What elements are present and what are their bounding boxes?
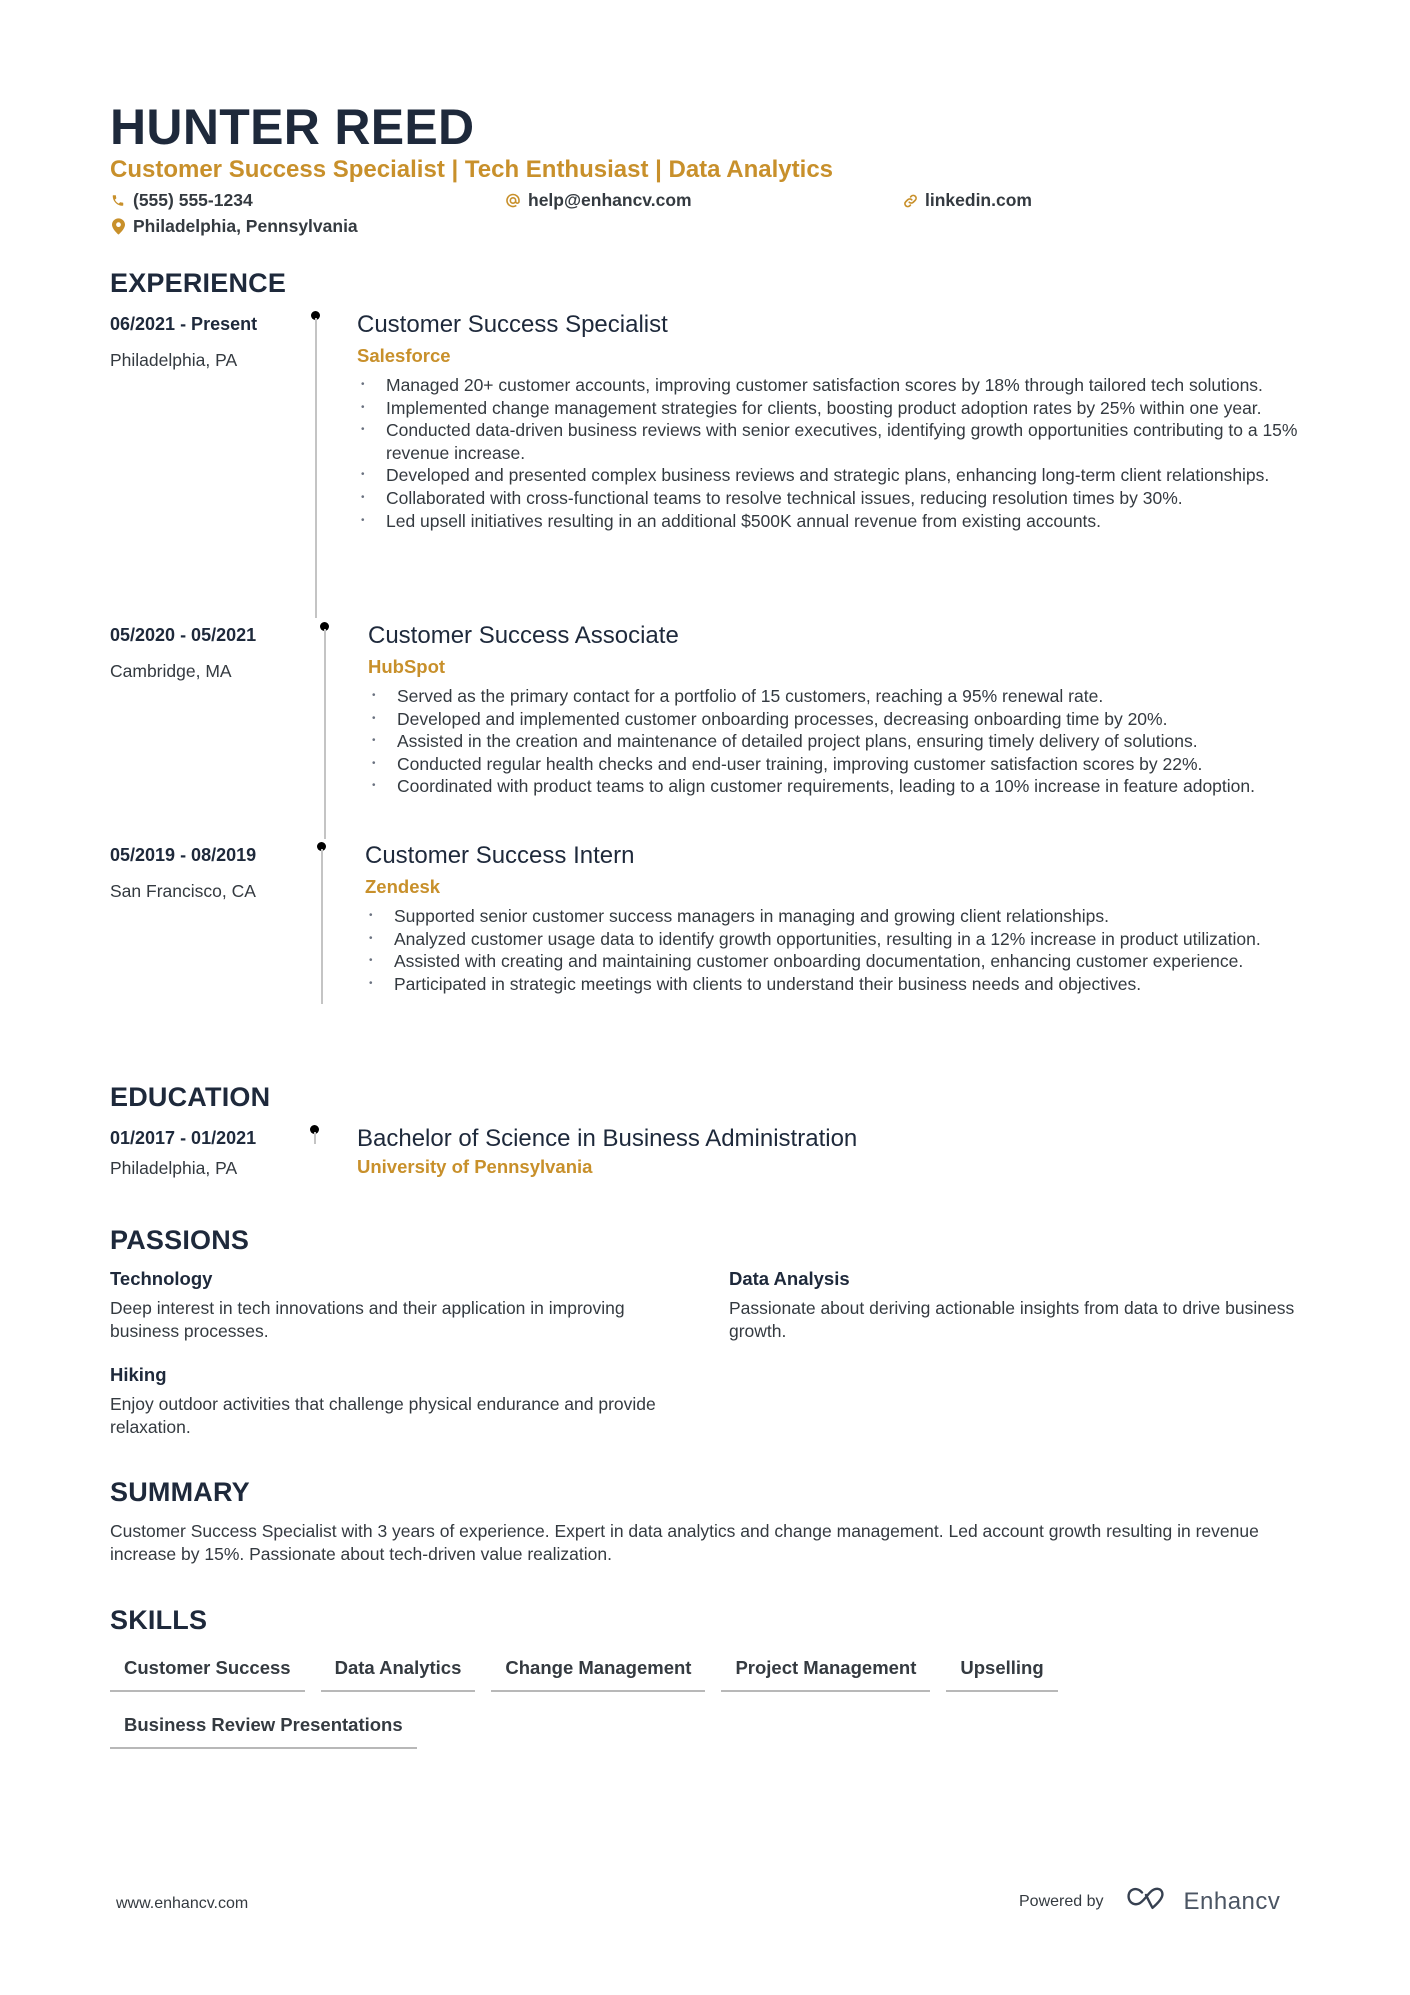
passion-title: Hiking (110, 1364, 167, 1385)
experience-heading: EXPERIENCE (110, 268, 287, 298)
entry-bullets: Supported senior customer success manage… (365, 905, 1305, 995)
summary-text: Customer Success Specialist with 3 years… (110, 1521, 1259, 1564)
bullet-item: Assisted with creating and maintaining c… (365, 950, 1305, 973)
entry-company: Salesforce (357, 345, 451, 366)
timeline-line (324, 629, 326, 839)
passion-title: Data Analysis (729, 1268, 850, 1289)
timeline-line (321, 849, 323, 1004)
passion-item: Technology Deep interest in tech innovat… (110, 1267, 695, 1342)
skill-tag: Customer Success (110, 1655, 305, 1692)
linkedin-value[interactable]: linkedin.com (925, 190, 1032, 211)
phone-icon (110, 192, 126, 210)
bullet-item: Coordinated with product teams to align … (368, 775, 1308, 798)
entry-body: Customer Success Associate HubSpot Serve… (368, 622, 1308, 798)
contact-location: Philadelphia, Pennsylvania (110, 216, 358, 237)
skill-tag: Project Management (721, 1655, 931, 1692)
education-heading: EDUCATION (110, 1082, 271, 1112)
footer-website[interactable]: www.enhancv.com (116, 1895, 248, 1913)
entry-date: 06/2021 - Present (110, 314, 258, 334)
timeline-line (314, 1132, 316, 1144)
entry-company: Zendesk (365, 876, 441, 897)
entry-body: Bachelor of Science in Business Administ… (357, 1125, 1307, 1179)
entry-bullets: Served as the primary contact for a port… (368, 685, 1308, 798)
bullet-item: Analyzed customer usage data to identify… (365, 928, 1305, 951)
bullet-item: Implemented change management strategies… (357, 397, 1307, 420)
passion-title: Technology (110, 1268, 213, 1289)
skills-list: Customer Success Data Analytics Change M… (110, 1655, 1310, 1749)
education-school: University of Pennsylvania (357, 1156, 593, 1177)
bullet-item: Conducted regular health checks and end-… (368, 753, 1308, 776)
passions-heading: PASSIONS (110, 1225, 250, 1255)
entry-body: Customer Success Specialist Salesforce M… (357, 311, 1307, 532)
bullet-item: Developed and presented complex business… (357, 464, 1307, 487)
entry-date: 01/2017 - 01/2021 (110, 1128, 257, 1148)
bullet-item: Managed 20+ customer accounts, improving… (357, 374, 1307, 397)
education-degree: Bachelor of Science in Business Administ… (357, 1125, 858, 1152)
location-pin-icon (110, 218, 126, 236)
bullet-item: Served as the primary contact for a port… (368, 685, 1308, 708)
entry-location: Cambridge, MA (110, 661, 232, 681)
bullet-item: Led upsell initiatives resulting in an a… (357, 510, 1307, 533)
entry-company: HubSpot (368, 656, 446, 677)
candidate-headline: Customer Success Specialist | Tech Enthu… (110, 156, 834, 183)
entry-location: Philadelphia, PA (110, 350, 238, 370)
summary-heading: SUMMARY (110, 1477, 250, 1507)
enhancv-logo-icon (1126, 1886, 1172, 1917)
entry-role: Customer Success Intern (365, 842, 635, 869)
passion-item: Hiking Enjoy outdoor activities that cha… (110, 1363, 695, 1438)
phone-value[interactable]: (555) 555-1234 (133, 190, 253, 211)
powered-by-label: Powered by (1019, 1892, 1104, 1910)
entry-body: Customer Success Intern Zendesk Supporte… (365, 842, 1305, 995)
at-icon (505, 192, 521, 210)
bullet-item: Conducted data-driven business reviews w… (357, 419, 1307, 464)
entry-location: San Francisco, CA (110, 881, 256, 901)
entry-location: Philadelphia, PA (110, 1158, 238, 1178)
bullet-item: Participated in strategic meetings with … (365, 973, 1305, 996)
entry-role: Customer Success Specialist (357, 311, 668, 338)
passion-description: Deep interest in tech innovations and th… (110, 1298, 625, 1341)
contact-phone: (555) 555-1234 (110, 190, 253, 211)
contact-linkedin: linkedin.com (902, 190, 1032, 211)
enhancv-wordmark: Enhancv (1183, 1887, 1281, 1915)
skills-heading: SKILLS (110, 1605, 208, 1635)
location-value: Philadelphia, Pennsylvania (133, 216, 358, 236)
entry-date: 05/2020 - 05/2021 (110, 625, 257, 645)
entry-bullets: Managed 20+ customer accounts, improving… (357, 374, 1307, 532)
passion-item: Data Analysis Passionate about deriving … (729, 1267, 1314, 1342)
footer-branding: Powered by Enhancv (1019, 1886, 1280, 1917)
email-value[interactable]: help@enhancv.com (528, 190, 692, 211)
bullet-item: Assisted in the creation and maintenance… (368, 730, 1308, 753)
bullet-item: Collaborated with cross-functional teams… (357, 487, 1307, 510)
passion-description: Passionate about deriving actionable ins… (729, 1298, 1295, 1341)
link-icon (902, 192, 918, 210)
skill-tag: Upselling (946, 1655, 1058, 1692)
enhancv-logo[interactable]: Enhancv (1126, 1886, 1281, 1917)
bullet-item: Supported senior customer success manage… (365, 905, 1305, 928)
skill-tag: Change Management (491, 1655, 706, 1692)
candidate-name: HUNTER REED (110, 99, 475, 155)
entry-role: Customer Success Associate (368, 622, 679, 649)
passion-description: Enjoy outdoor activities that challenge … (110, 1394, 656, 1437)
contact-email: help@enhancv.com (505, 190, 692, 211)
bullet-item: Developed and implemented customer onboa… (368, 708, 1308, 731)
timeline-line (315, 318, 317, 618)
skill-tag: Business Review Presentations (110, 1712, 417, 1749)
entry-date: 05/2019 - 08/2019 (110, 845, 257, 865)
skill-tag: Data Analytics (320, 1655, 476, 1692)
